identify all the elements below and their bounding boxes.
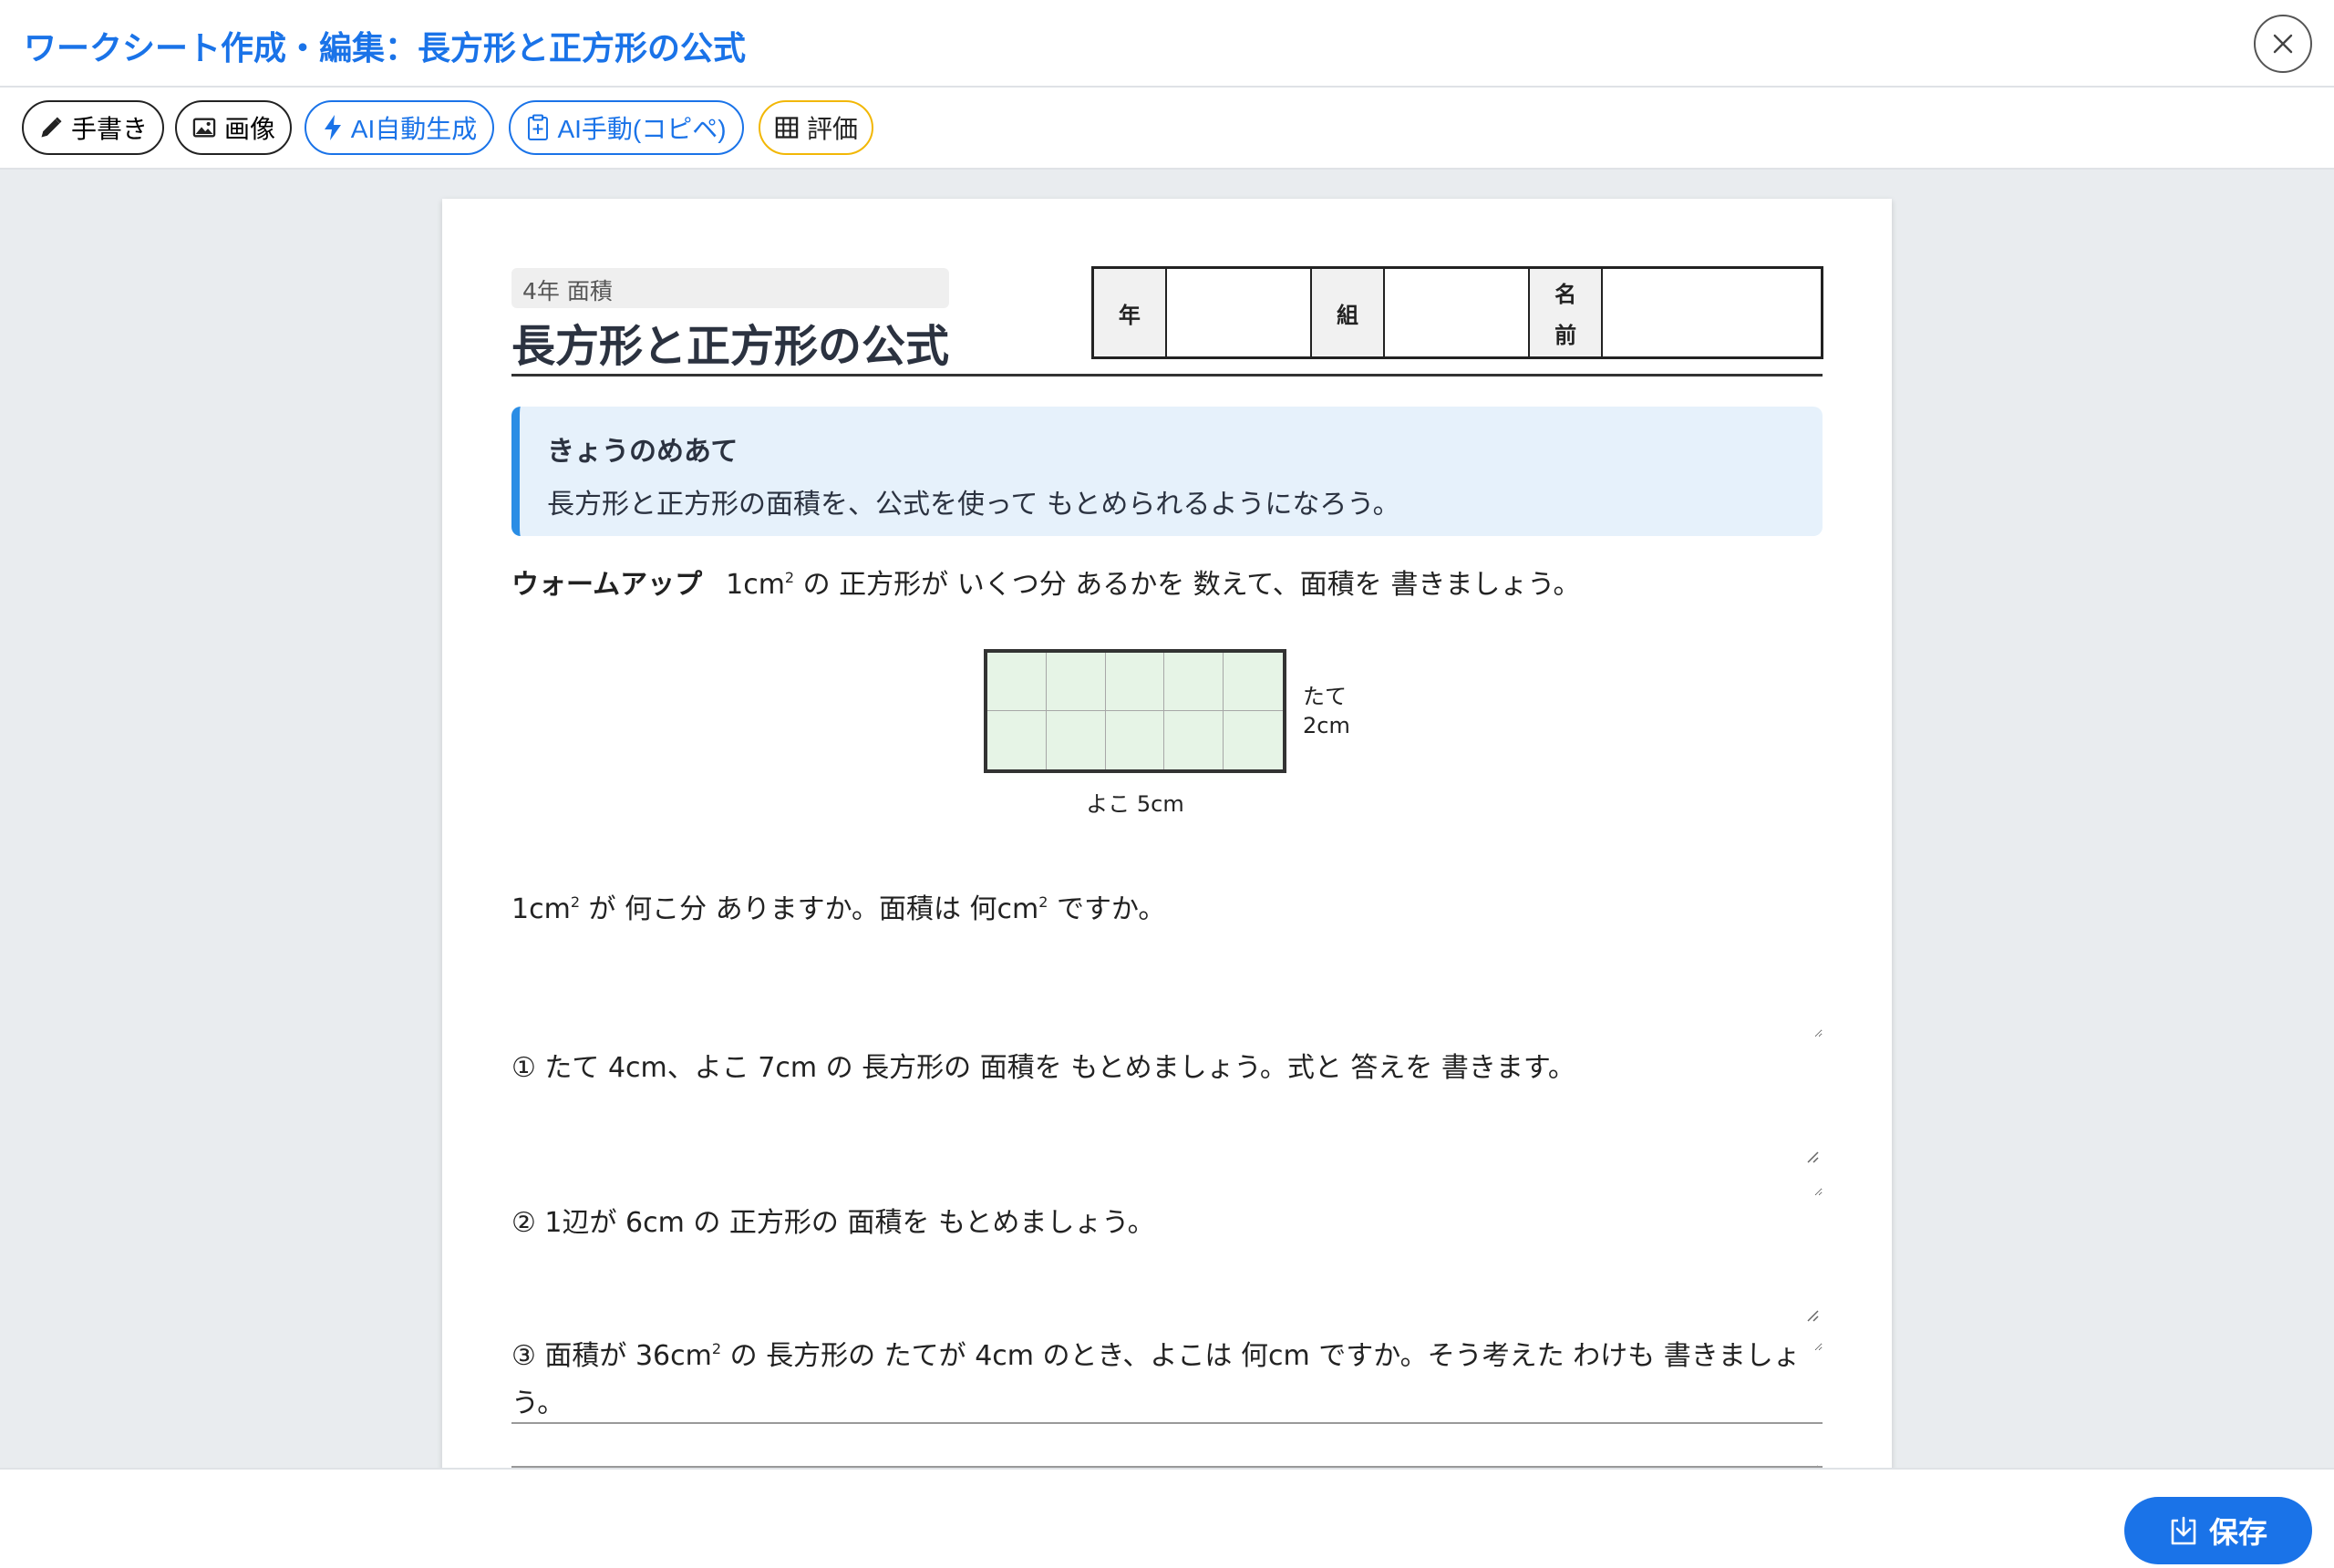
name-field[interactable] <box>1602 269 1822 356</box>
answer-field-warmup[interactable] <box>511 937 1823 1037</box>
worksheet-canvas[interactable]: 4年 面積 長方形と正方形の公式 年 組 名 前 きょうのめあて 長方形と正方形… <box>0 170 2334 1468</box>
pencil-icon <box>41 117 62 138</box>
unit-square <box>1164 653 1224 711</box>
image-button[interactable]: 画像 <box>175 100 292 155</box>
height-dimension-label: たて 2cm <box>1303 682 1350 740</box>
unit-square <box>1046 653 1106 711</box>
question-3: ③ 面積が 36cm2 の 長方形の たてが 4cm のとき、よこは 何cm で… <box>511 1326 1823 1428</box>
toolbar: 手書き 画像 AI自動生成 AI手動(コピペ) 評価 <box>0 88 2334 170</box>
unit-square <box>987 653 1047 711</box>
goal-text: 長方形と正方形の面積を、公式を使って もとめられるようになろう。 <box>547 489 1400 521</box>
ai-manual-label: AI手動(コピペ) <box>557 115 727 143</box>
q0-sup-1: 2 <box>570 893 580 911</box>
superscript: 2 <box>784 569 795 586</box>
unit-square-grid <box>984 649 1286 773</box>
class-label: 組 <box>1312 269 1385 356</box>
warmup-instruction[interactable]: ウォームアップ 1cm2 の 正方形が いくつ分 あるかを 数えて、面積を 書きま… <box>511 562 1581 602</box>
app-footer: 保存 <box>0 1468 2334 1568</box>
handwrite-button[interactable]: 手書き <box>22 100 164 155</box>
q0-text-3: ですか。 <box>1048 893 1166 925</box>
name-table: 年 組 名 前 <box>1091 266 1823 359</box>
question-2: ② 1辺が 6cm の 正方形の 面積を もとめましょう。 <box>511 1207 1155 1239</box>
warmup-label: ウォームアップ <box>511 569 703 601</box>
answer-field-1[interactable] <box>511 1096 1823 1196</box>
q0-text-2: が 何こ分 ありますか。面積は 何cm <box>580 893 1039 925</box>
title-divider <box>511 374 1823 377</box>
ai-auto-generate-button[interactable]: AI自動生成 <box>305 100 494 155</box>
name-label-1: 名 <box>1554 282 1577 307</box>
unit-square <box>987 711 1047 769</box>
question-1: ① たて 4cm、よこ 7cm の 長方形の 面積を もとめましょう。式と 答え… <box>511 1052 1575 1084</box>
handwrite-label: 手書き <box>70 115 148 143</box>
clipboard-plus-icon <box>528 114 549 140</box>
unit-square <box>1224 711 1283 769</box>
unit-square <box>1164 711 1224 769</box>
subject-tag[interactable]: 4年 面積 <box>511 268 949 308</box>
name-label: 名 前 <box>1530 269 1603 356</box>
year-label: 年 <box>1094 269 1167 356</box>
ai-manual-paste-button[interactable]: AI手動(コピペ) <box>509 100 744 155</box>
lightning-icon <box>324 115 341 140</box>
goal-box[interactable]: きょうのめあて 長方形と正方形の面積を、公式を使って もとめられるようになろう。 <box>511 407 1823 536</box>
worksheet-title[interactable]: 長方形と正方形の公式 <box>511 310 949 374</box>
q0-text-1: 1cm <box>511 893 571 925</box>
q3-text-1: ③ 面積が 36cm <box>511 1340 712 1372</box>
ai-auto-label: AI自動生成 <box>350 115 478 143</box>
height-label-2: 2cm <box>1303 713 1350 738</box>
class-field[interactable] <box>1384 269 1531 356</box>
save-download-icon <box>2171 1516 2196 1545</box>
unit-square <box>1047 711 1106 769</box>
question-warmup: 1cm2 が 何こ分 ありますか。面積は 何cm2 ですか。 <box>511 886 1165 926</box>
close-button[interactable] <box>2254 15 2312 73</box>
evaluate-button[interactable]: 評価 <box>759 100 873 155</box>
width-dimension-label: よこ 5cm <box>1086 791 1184 817</box>
goal-heading: きょうのめあて <box>547 436 738 468</box>
save-label: 保存 <box>2208 1515 2267 1550</box>
table-grid-icon <box>775 117 799 139</box>
worksheet-paper: 4年 面積 長方形と正方形の公式 年 組 名 前 きょうのめあて 長方形と正方形… <box>442 199 1892 1468</box>
page-title: ワークシート作成・編集：長方形と正方形の公式 <box>24 30 747 67</box>
image-icon <box>192 118 216 138</box>
unit-square <box>1224 653 1283 711</box>
image-label: 画像 <box>223 115 275 143</box>
unit-square <box>1105 653 1165 711</box>
close-icon <box>2273 34 2293 54</box>
warmup-text-1: 1cm <box>726 569 785 601</box>
year-field[interactable] <box>1166 269 1313 356</box>
save-button[interactable]: 保存 <box>2124 1497 2312 1564</box>
unit-square <box>1106 711 1165 769</box>
height-label-1: たて <box>1303 684 1347 709</box>
answer-line[interactable] <box>511 1422 1823 1424</box>
q0-sup-2: 2 <box>1038 893 1048 911</box>
q3-sup: 2 <box>711 1340 722 1357</box>
evaluate-label: 評価 <box>806 115 858 143</box>
app-header: ワークシート作成・編集：長方形と正方形の公式 <box>0 0 2334 88</box>
name-label-2: 前 <box>1554 323 1577 348</box>
warmup-text-2: の 正方形が いくつ分 あるかを 数えて、面積を 書きましょう。 <box>794 569 1581 601</box>
